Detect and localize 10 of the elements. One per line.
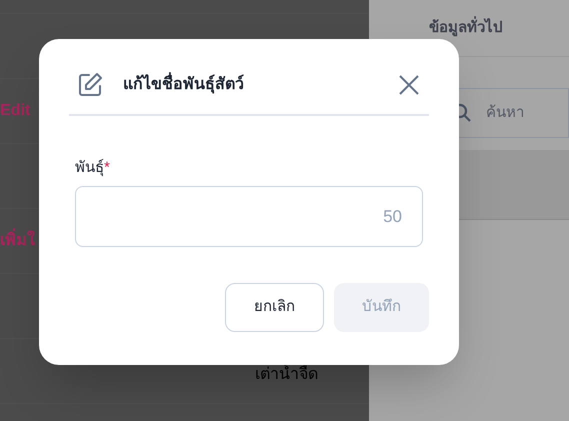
edit-icon — [78, 72, 103, 97]
dialog-title: แก้ไขชื่อพันธุ์สัตว์ — [123, 72, 244, 96]
close-button[interactable] — [398, 74, 420, 96]
close-icon — [399, 74, 419, 94]
input-field[interactable]: 50 — [75, 186, 423, 247]
cancel-button[interactable]: ยกเลิก — [225, 283, 324, 332]
panel-tab[interactable]: ข้อมูลทั่วไป — [429, 16, 503, 40]
row-text: เต่าน้ำจืด — [255, 364, 318, 385]
required-mark: * — [104, 159, 110, 176]
field-label: พันธุ์ — [75, 159, 104, 176]
